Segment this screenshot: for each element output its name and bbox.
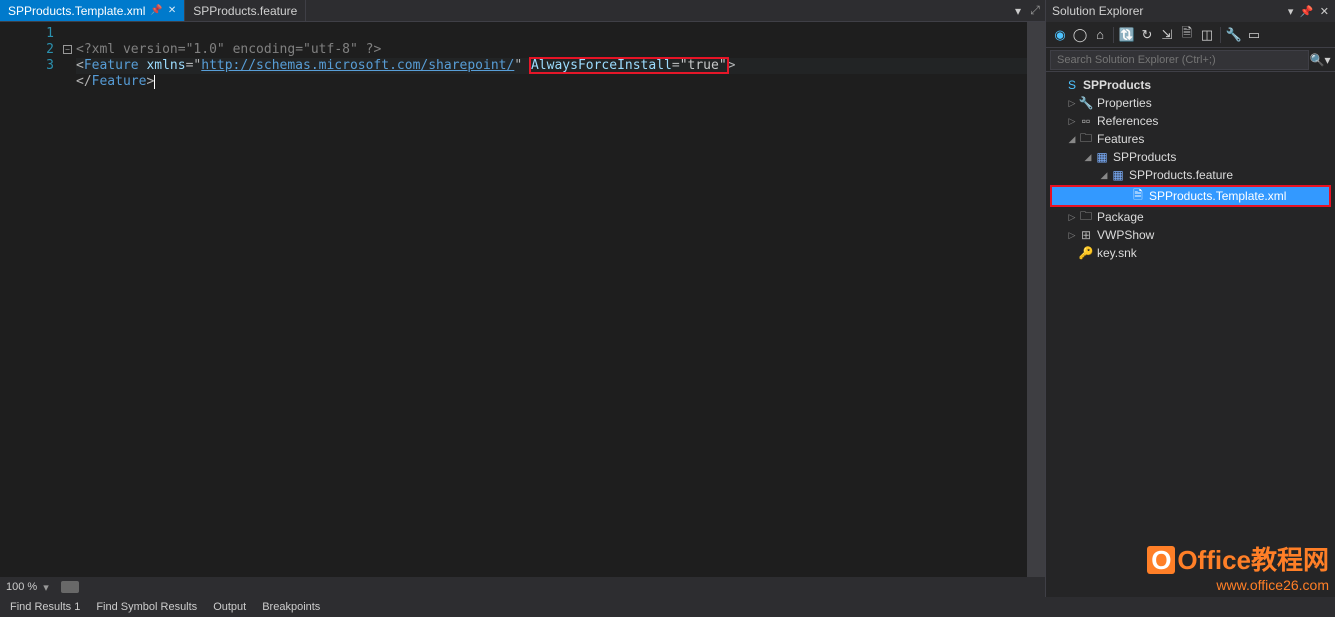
- tab-find-results-1[interactable]: Find Results 1: [2, 601, 88, 613]
- tree-node-features[interactable]: ◢🗀Features: [1048, 130, 1333, 148]
- tree-node-vwpshow[interactable]: ▷⊞VWPShow: [1048, 226, 1333, 244]
- tree-node-spproducts-feature[interactable]: ◢▦SPProducts.feature: [1048, 166, 1333, 184]
- solution-explorer-title-bar: Solution Explorer ▾ 📌 ✕: [1046, 0, 1335, 22]
- preview-icon[interactable]: ◫: [1197, 25, 1217, 45]
- tree-node-keysnk[interactable]: 🔑key.snk: [1048, 244, 1333, 262]
- tree-node-package[interactable]: ▷🗀Package: [1048, 208, 1333, 226]
- view-icon[interactable]: ▭: [1244, 25, 1264, 45]
- bottom-panel-tabs: Find Results 1 Find Symbol Results Outpu…: [0, 597, 1335, 617]
- code-content[interactable]: <?xml version="1.0" encoding="utf-8" ?> …: [76, 22, 1027, 577]
- zoom-level[interactable]: 100 %: [0, 581, 43, 593]
- tab-overflow-dropdown[interactable]: ▾: [1011, 0, 1025, 21]
- tree-node-template-xml-highlight: 🗎SPProducts.Template.xml: [1050, 185, 1331, 207]
- tree-node-template-xml[interactable]: 🗎SPProducts.Template.xml: [1052, 187, 1329, 205]
- refresh-icon[interactable]: ↻: [1137, 25, 1157, 45]
- tree-node-references[interactable]: ▷▫▫References: [1048, 112, 1333, 130]
- home-icon[interactable]: ⌂: [1090, 25, 1110, 45]
- tab-label: SPProducts.Template.xml: [8, 4, 145, 18]
- window-position-icon[interactable]: ▾: [1288, 6, 1294, 18]
- tab-spproducts-feature[interactable]: SPProducts.feature: [185, 0, 306, 21]
- close-icon[interactable]: ✕: [168, 5, 176, 16]
- line-number-gutter: 1 2 3: [0, 22, 62, 577]
- zoom-dropdown-icon[interactable]: ▾: [43, 581, 55, 594]
- fold-gutter: −: [62, 22, 76, 577]
- solution-tree[interactable]: SSPProducts ▷🔧Properties ▷▫▫References ◢…: [1046, 72, 1335, 597]
- back-icon[interactable]: ◉: [1050, 25, 1070, 45]
- editor-tab-bar: SPProducts.Template.xml 📌 ✕ SPProducts.f…: [0, 0, 1045, 22]
- forward-icon[interactable]: ◯: [1070, 25, 1090, 45]
- tree-node-properties[interactable]: ▷🔧Properties: [1048, 94, 1333, 112]
- tab-label: SPProducts.feature: [193, 4, 297, 18]
- editor-status-bar: 100 % ▾: [0, 577, 1045, 597]
- solution-explorer-search: 🔍▾: [1046, 48, 1335, 72]
- vertical-scrollbar[interactable]: [1027, 22, 1045, 577]
- search-input[interactable]: [1050, 50, 1309, 70]
- tree-node-project[interactable]: SSPProducts: [1048, 76, 1333, 94]
- pin-icon[interactable]: 📌: [150, 5, 162, 16]
- fold-toggle-icon[interactable]: −: [63, 45, 72, 54]
- tree-node-spproducts[interactable]: ◢▦SPProducts: [1048, 148, 1333, 166]
- solution-explorer-toolbar: ◉ ◯ ⌂ 🔃 ↻ ⇲ 🗎 ◫ 🔧 ▭: [1046, 22, 1335, 48]
- code-editor[interactable]: 1 2 3 − <?xml version="1.0" encoding="ut…: [0, 22, 1045, 577]
- tab-breakpoints[interactable]: Breakpoints: [254, 601, 328, 613]
- tab-output[interactable]: Output: [205, 601, 254, 613]
- search-icon[interactable]: 🔍▾: [1309, 53, 1331, 67]
- auto-hide-icon[interactable]: 📌: [1300, 6, 1314, 18]
- show-all-files-icon[interactable]: 🗎: [1177, 25, 1197, 45]
- sync-icon[interactable]: 🔃: [1117, 25, 1137, 45]
- close-panel-icon[interactable]: ✕: [1320, 6, 1329, 18]
- tab-spproducts-template-xml[interactable]: SPProducts.Template.xml 📌 ✕: [0, 0, 185, 21]
- properties-icon[interactable]: 🔧: [1224, 25, 1244, 45]
- collapse-all-icon[interactable]: ⇲: [1157, 25, 1177, 45]
- tab-find-symbol-results[interactable]: Find Symbol Results: [88, 601, 205, 613]
- full-screen-icon[interactable]: ⤢: [1025, 0, 1045, 21]
- panel-title: Solution Explorer: [1052, 4, 1285, 18]
- horizontal-scrollbar[interactable]: [55, 581, 1045, 593]
